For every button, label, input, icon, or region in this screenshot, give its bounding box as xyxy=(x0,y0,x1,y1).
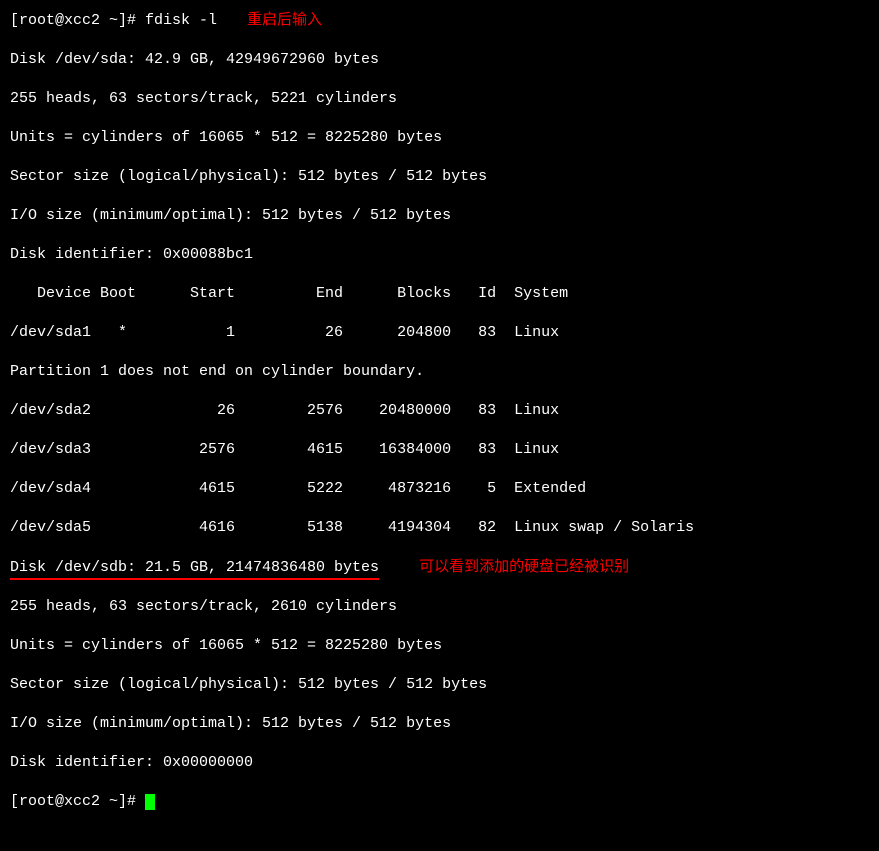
partition-row-sda4: /dev/sda4 4615 5222 4873216 5 Extended xyxy=(10,479,869,499)
command-input[interactable]: fdisk -l xyxy=(145,11,217,31)
shell-prompt-2: [root@xcc2 ~]# xyxy=(10,793,145,810)
partition-row-sda1: /dev/sda1 * 1 26 204800 83 Linux xyxy=(10,323,869,343)
disk-sda-sector: Sector size (logical/physical): 512 byte… xyxy=(10,167,869,187)
partition-row-sda5: /dev/sda5 4616 5138 4194304 82 Linux swa… xyxy=(10,518,869,538)
disk-sda-io: I/O size (minimum/optimal): 512 bytes / … xyxy=(10,206,869,226)
annotation-detected: 可以看到添加的硬盘已经被识别 xyxy=(419,557,629,577)
disk-sda-header: Disk /dev/sda: 42.9 GB, 42949672960 byte… xyxy=(10,50,869,70)
partition-warning: Partition 1 does not end on cylinder bou… xyxy=(10,362,869,382)
disk-sda-units: Units = cylinders of 16065 * 512 = 82252… xyxy=(10,128,869,148)
partition-row-sda2: /dev/sda2 26 2576 20480000 83 Linux xyxy=(10,401,869,421)
disk-sda-identifier: Disk identifier: 0x00088bc1 xyxy=(10,245,869,265)
disk-sdb-identifier: Disk identifier: 0x00000000 xyxy=(10,753,869,773)
annotation-restart: 重启后输入 xyxy=(247,10,322,30)
disk-sdb-header: Disk /dev/sdb: 21.5 GB, 21474836480 byte… xyxy=(10,558,379,578)
shell-prompt: [root@xcc2 ~]# xyxy=(10,11,145,31)
disk-sda-geometry: 255 heads, 63 sectors/track, 5221 cylind… xyxy=(10,89,869,109)
disk-sdb-sector: Sector size (logical/physical): 512 byte… xyxy=(10,675,869,695)
disk-sdb-io: I/O size (minimum/optimal): 512 bytes / … xyxy=(10,714,869,734)
disk-sdb-geometry: 255 heads, 63 sectors/track, 2610 cylind… xyxy=(10,597,869,617)
cursor[interactable] xyxy=(145,794,155,810)
partition-row-sda3: /dev/sda3 2576 4615 16384000 83 Linux xyxy=(10,440,869,460)
partition-table-header: Device Boot Start End Blocks Id System xyxy=(10,284,869,304)
disk-sdb-units: Units = cylinders of 16065 * 512 = 82252… xyxy=(10,636,869,656)
